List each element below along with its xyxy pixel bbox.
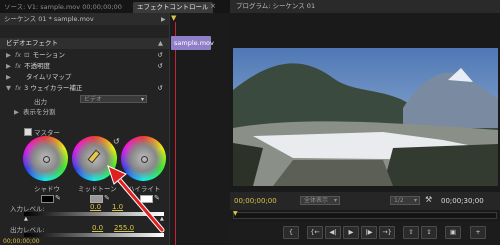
fx-icon[interactable]: fx — [15, 51, 21, 59]
effect-label: 不透明度 — [24, 62, 51, 70]
effect-row-three-way-color[interactable]: ▼ fx 3 ウェイカラー補正 ↺ — [0, 83, 169, 94]
expand-triangle-icon[interactable]: ▶ — [6, 73, 11, 81]
program-monitor-tab[interactable]: プログラム: シーケンス 01 — [230, 0, 500, 13]
go-to-out-button[interactable]: →} — [379, 226, 395, 239]
master-checkbox[interactable] — [24, 128, 32, 136]
tab-effect-controls[interactable]: エフェクトコントロール — [133, 2, 213, 13]
clip-sample-mov[interactable]: sample.mov — [171, 36, 214, 50]
effect-label: 3 ウェイカラー補正 — [24, 84, 83, 92]
expand-triangle-icon[interactable]: ▼ — [6, 84, 11, 92]
mark-in-button[interactable]: { — [283, 226, 299, 239]
annotation-arrow — [107, 165, 165, 233]
split-view-row[interactable]: ▶ 表示を分割 — [14, 106, 56, 116]
black-level-swatch[interactable] — [41, 195, 54, 203]
eyedropper-icon[interactable]: ✎ — [55, 194, 61, 202]
reset-icon[interactable]: ↺ — [113, 137, 120, 146]
input-black-slider[interactable]: ▲ — [24, 216, 28, 222]
shadow-label: シャドウ — [34, 185, 60, 193]
tab-source[interactable]: ソース: V1: sample.mov 00;00;00;00 — [0, 2, 126, 13]
playhead-icon[interactable]: ▼ — [171, 14, 181, 22]
scrub-playhead-icon[interactable]: ▼ — [233, 210, 238, 217]
output-label: 出力 — [34, 98, 47, 106]
button-editor-button[interactable]: + — [470, 226, 486, 239]
expand-triangle-icon[interactable]: ▶ — [6, 51, 11, 59]
expand-triangle-icon[interactable]: ▶ — [6, 62, 11, 70]
split-view-label: 表示を分割 — [23, 108, 56, 116]
effect-label: モーション — [32, 51, 65, 59]
expand-icon[interactable]: ▲ — [158, 38, 163, 49]
dropdown-arrow-icon: ▾ — [413, 197, 417, 204]
video-effects-label: ビデオエフェクト — [6, 39, 58, 47]
video-effects-header: ビデオエフェクト ▲ — [0, 38, 169, 49]
extract-button[interactable]: ⇪ — [421, 226, 437, 239]
quality-dropdown[interactable]: 1/2 ▾ — [390, 196, 420, 205]
fit-value: 全体表示 — [304, 197, 329, 204]
wrench-icon[interactable]: ⚒ — [425, 195, 432, 204]
playhead-line — [175, 22, 176, 245]
dropdown-arrow-icon: ▾ — [140, 96, 144, 103]
sequence-clip-label: シーケンス 01 * sample.mov — [0, 13, 169, 25]
effect-row-time-remap[interactable]: ▶ タイムリマップ — [0, 72, 169, 83]
reset-icon[interactable]: ↺ — [158, 50, 163, 61]
quality-value: 1/2 — [394, 197, 404, 204]
expand-triangle-icon[interactable]: ▶ — [14, 108, 19, 116]
reset-icon[interactable]: ↺ — [158, 83, 163, 94]
fx-icon[interactable]: fx — [15, 84, 21, 92]
play-button[interactable]: ▶ — [343, 226, 359, 239]
fit-dropdown[interactable]: 全体表示 ▾ — [300, 196, 340, 205]
panel-menu-icon[interactable]: × — [210, 2, 216, 10]
program-scrub-bar[interactable] — [233, 212, 497, 219]
effect-row-opacity[interactable]: ▶ fx 不透明度 ↺ — [0, 61, 169, 72]
lift-button[interactable]: ⇧ — [403, 226, 419, 239]
go-to-in-button[interactable]: {← — [307, 226, 323, 239]
reset-icon[interactable]: ↺ — [158, 61, 163, 72]
program-current-time[interactable]: 00;00;00;00 — [234, 197, 277, 205]
panel-timecode[interactable]: 00;00;00;00 — [3, 238, 40, 245]
program-duration: 00;00;30;00 — [441, 197, 484, 205]
step-forward-button[interactable]: |▶ — [361, 226, 377, 239]
dropdown-arrow-icon: ▾ — [333, 197, 337, 204]
effect-row-motion[interactable]: ▶ fx ⊡ モーション ↺ — [0, 50, 169, 61]
export-frame-button[interactable]: ▣ — [445, 226, 461, 239]
shadow-handle[interactable] — [43, 156, 50, 163]
output-dropdown[interactable]: ビデオ ▾ — [80, 95, 147, 103]
effect-label: タイムリマップ — [26, 73, 72, 81]
transform-icon: ⊡ — [24, 51, 30, 59]
output-value: ビデオ — [84, 96, 103, 103]
fx-icon[interactable]: fx — [15, 62, 21, 70]
video-frame — [233, 48, 498, 186]
collapse-arrow-icon[interactable]: ▶ — [161, 16, 166, 23]
step-back-button[interactable]: ◀| — [325, 226, 341, 239]
